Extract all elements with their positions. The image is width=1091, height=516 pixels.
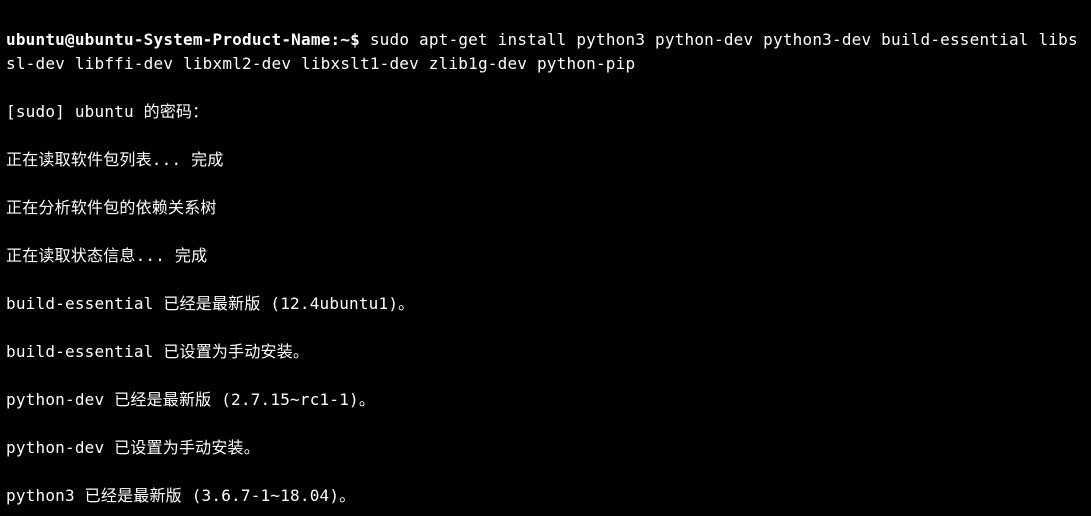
- prompt-user: ubuntu@ubuntu-System-Product-Name: [6, 30, 330, 49]
- output-line: python3 已经是最新版 (3.6.7-1~18.04)。: [6, 484, 1085, 508]
- sudo-password-prompt: [sudo] ubuntu 的密码：: [6, 100, 1085, 124]
- output-line: build-essential 已经是最新版 (12.4ubuntu1)。: [6, 292, 1085, 316]
- output-line: 正在分析软件包的依赖关系树: [6, 196, 1085, 220]
- output-line: python-dev 已设置为手动安装。: [6, 436, 1085, 460]
- terminal-output[interactable]: ubuntu@ubuntu-System-Product-Name:~$ sud…: [0, 0, 1091, 516]
- output-line: 正在读取状态信息... 完成: [6, 244, 1085, 268]
- output-line: python-dev 已经是最新版 (2.7.15~rc1-1)。: [6, 388, 1085, 412]
- output-line: build-essential 已设置为手动安装。: [6, 340, 1085, 364]
- prompt-path: ~: [340, 30, 350, 49]
- output-line: 正在读取软件包列表... 完成: [6, 148, 1085, 172]
- prompt-sep: :: [330, 30, 340, 49]
- prompt-symbol: $: [350, 30, 370, 49]
- command-line: ubuntu@ubuntu-System-Product-Name:~$ sud…: [6, 28, 1085, 76]
